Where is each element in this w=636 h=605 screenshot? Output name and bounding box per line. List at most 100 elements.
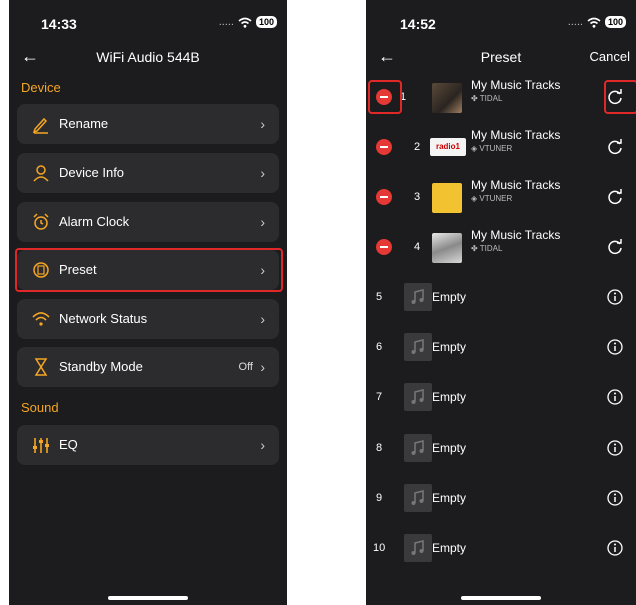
preset-number: 5 (376, 291, 383, 303)
battery-icon: 100 (604, 16, 626, 28)
preset-number: 6 (376, 341, 383, 353)
chevron-right-icon: › (260, 214, 265, 230)
wifi-icon (238, 17, 252, 28)
tidal-icon: ✤ (471, 244, 480, 253)
chevron-right-icon: › (260, 116, 265, 132)
preset-row-1[interactable]: 1 My Music Tracks ✤ TIDAL (366, 77, 636, 117)
status-bar: 14:33 ..... 100 (9, 0, 287, 44)
device-info-item[interactable]: Device Info › (17, 153, 279, 193)
preset-screen: 14:52 ..... 100 ← Preset Cancel 1 My Mus… (366, 0, 636, 605)
preset-source: ◈ VTUNER (471, 144, 513, 153)
status-bar: 14:52 ..... 100 (366, 0, 636, 44)
rename-label: Rename (59, 116, 109, 131)
empty-preset-row-7[interactable]: 7 Empty (366, 377, 636, 417)
signal-dots: ..... (218, 16, 234, 28)
refresh-icon[interactable] (606, 138, 624, 156)
delete-icon[interactable] (376, 139, 392, 155)
preset-source: ◈ VTUNER (471, 194, 513, 203)
eq-item[interactable]: EQ › (17, 425, 279, 465)
standby-mode-label: Standby Mode (59, 359, 143, 374)
info-icon[interactable] (606, 338, 624, 356)
status-time: 14:33 (41, 16, 77, 32)
hourglass-icon (34, 358, 48, 376)
user-icon (33, 165, 49, 182)
empty-label: Empty (432, 390, 467, 404)
tidal-icon: ✤ (471, 94, 480, 103)
preset-number: 9 (376, 492, 383, 504)
preset-row-4[interactable]: 4 My Music Tracks ✤ TIDAL (366, 227, 636, 267)
radio1-logo: radio1 (430, 138, 466, 156)
refresh-icon[interactable] (606, 188, 624, 206)
preset-title: My Music Tracks (471, 178, 561, 192)
section-sound: Sound (21, 400, 59, 415)
empty-label: Empty (432, 541, 467, 555)
chevron-right-icon: › (260, 359, 265, 375)
preset-number: 10 (373, 542, 386, 554)
empty-label: Empty (432, 491, 467, 505)
home-indicator (108, 596, 188, 600)
wifi-icon (32, 312, 50, 326)
nav-bar: ← Preset Cancel (366, 44, 636, 70)
alarm-clock-label: Alarm Clock (59, 214, 130, 229)
empty-preset-row-10[interactable]: 10 Empty (366, 528, 636, 568)
delete-icon[interactable] (376, 239, 392, 255)
nav-bar: ← WiFi Audio 544B (9, 44, 287, 70)
standby-mode-value: Off (238, 361, 253, 373)
battery-icon: 100 (255, 16, 277, 28)
music-note-icon (404, 333, 432, 361)
info-icon[interactable] (606, 388, 624, 406)
refresh-icon[interactable] (606, 238, 624, 256)
music-note-icon (404, 383, 432, 411)
chevron-right-icon: › (260, 437, 265, 453)
empty-label: Empty (432, 340, 467, 354)
album-thumbnail (432, 183, 462, 213)
music-note-icon (404, 484, 432, 512)
page-title: WiFi Audio 544B (96, 49, 200, 65)
network-status-item[interactable]: Network Status › (17, 299, 279, 339)
settings-screen: 14:33 ..... 100 ← WiFi Audio 544B Device… (9, 0, 287, 605)
preset-highlight-box (15, 248, 283, 292)
home-indicator (461, 596, 541, 600)
rename-item[interactable]: Rename › (17, 104, 279, 144)
info-icon[interactable] (606, 539, 624, 557)
refresh-highlight-box (604, 80, 636, 114)
empty-label: Empty (432, 290, 467, 304)
empty-label: Empty (432, 441, 467, 455)
preset-number: 4 (414, 241, 421, 253)
preset-row-3[interactable]: 3 My Music Tracks ◈ VTUNER (366, 177, 636, 217)
section-device: Device (21, 80, 61, 95)
wifi-icon (587, 17, 601, 28)
status-icons: ..... 100 (219, 16, 277, 28)
empty-preset-row-9[interactable]: 9 Empty (366, 478, 636, 518)
equalizer-icon (33, 438, 49, 453)
music-note-icon (404, 534, 432, 562)
preset-source: ✤ TIDAL (471, 94, 503, 103)
info-icon[interactable] (606, 489, 624, 507)
music-note-icon (404, 434, 432, 462)
device-info-label: Device Info (59, 165, 125, 180)
preset-title: My Music Tracks (471, 78, 561, 92)
preset-title: My Music Tracks (471, 128, 561, 142)
alarm-clock-item[interactable]: Alarm Clock › (17, 202, 279, 242)
music-note-icon (404, 283, 432, 311)
album-thumbnail (432, 233, 462, 263)
delete-highlight-box (368, 80, 402, 114)
status-icons: ..... 100 (568, 16, 626, 28)
chevron-right-icon: › (260, 311, 265, 327)
empty-preset-row-5[interactable]: 5 Empty (366, 277, 636, 317)
delete-icon[interactable] (376, 189, 392, 205)
eq-label: EQ (59, 437, 78, 452)
info-icon[interactable] (606, 288, 624, 306)
pencil-icon (32, 117, 48, 134)
standby-mode-item[interactable]: Standby Mode Off › (17, 347, 279, 387)
preset-number: 2 (414, 141, 421, 153)
empty-preset-row-6[interactable]: 6 Empty (366, 327, 636, 367)
preset-row-2[interactable]: 2 radio1 My Music Tracks ◈ VTUNER (366, 127, 636, 167)
preset-number: 3 (414, 191, 421, 203)
album-thumbnail (432, 83, 462, 113)
cancel-button[interactable]: Cancel (590, 44, 630, 70)
chevron-right-icon: › (260, 165, 265, 181)
preset-number: 8 (376, 442, 383, 454)
empty-preset-row-8[interactable]: 8 Empty (366, 428, 636, 468)
info-icon[interactable] (606, 439, 624, 457)
